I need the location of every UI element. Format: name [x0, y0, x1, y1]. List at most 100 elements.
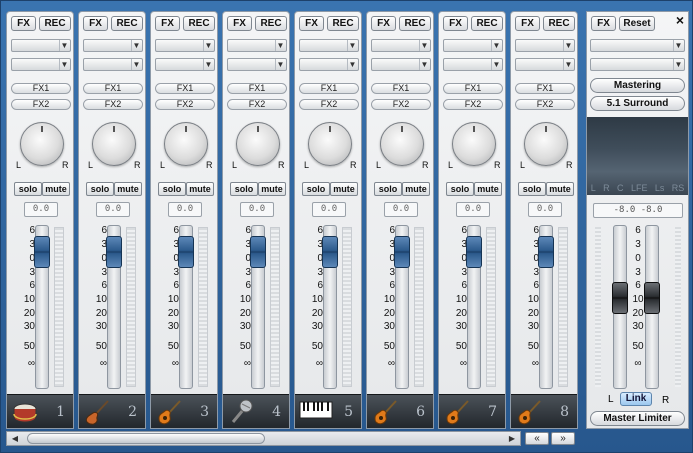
pan-knob[interactable]: [236, 122, 280, 166]
volume-fader[interactable]: [178, 236, 194, 268]
mute-button[interactable]: mute: [474, 182, 502, 196]
output-dropdown[interactable]: ▼: [299, 58, 359, 71]
input-dropdown[interactable]: ▼: [443, 39, 503, 52]
acoustic-guitar-icon[interactable]: [515, 398, 543, 426]
fx1-send[interactable]: FX1: [155, 83, 215, 94]
keyboard-icon[interactable]: [299, 398, 333, 426]
drum-icon[interactable]: [11, 398, 39, 426]
fx-button[interactable]: FX: [155, 16, 180, 31]
fx2-send[interactable]: FX2: [299, 99, 359, 110]
fx2-send[interactable]: FX2: [515, 99, 575, 110]
master-reset-button[interactable]: Reset: [619, 16, 655, 31]
master-fx-button[interactable]: FX: [591, 16, 616, 31]
fx2-send[interactable]: FX2: [443, 99, 503, 110]
pan-knob[interactable]: [308, 122, 352, 166]
rec-button[interactable]: REC: [183, 16, 215, 31]
rec-button[interactable]: REC: [255, 16, 287, 31]
output-dropdown[interactable]: ▼: [371, 58, 431, 71]
rec-button[interactable]: REC: [111, 16, 143, 31]
volume-fader[interactable]: [34, 236, 50, 268]
rec-button[interactable]: REC: [39, 16, 71, 31]
solo-button[interactable]: solo: [158, 182, 186, 196]
volume-fader[interactable]: [394, 236, 410, 268]
fx-button[interactable]: FX: [443, 16, 468, 31]
output-dropdown[interactable]: ▼: [83, 58, 143, 71]
volume-fader[interactable]: [322, 236, 338, 268]
pan-knob[interactable]: [20, 122, 64, 166]
input-dropdown[interactable]: ▼: [155, 39, 215, 52]
volume-fader[interactable]: [466, 236, 482, 268]
fx-button[interactable]: FX: [11, 16, 36, 31]
horizontal-scrollbar[interactable]: ◀ ▶: [6, 431, 521, 446]
master-fader-right[interactable]: [644, 282, 660, 314]
master-dropdown-1[interactable]: ▼: [590, 39, 685, 52]
acoustic-guitar-icon[interactable]: [371, 398, 399, 426]
pan-knob[interactable]: [452, 122, 496, 166]
fx1-send[interactable]: FX1: [371, 83, 431, 94]
pan-knob[interactable]: [164, 122, 208, 166]
prev-page-button[interactable]: «: [525, 432, 549, 445]
fx2-send[interactable]: FX2: [11, 99, 71, 110]
solo-button[interactable]: solo: [446, 182, 474, 196]
master-dropdown-2[interactable]: ▼: [590, 58, 685, 71]
electric-guitar-icon[interactable]: [83, 398, 111, 426]
solo-button[interactable]: solo: [302, 182, 330, 196]
master-fader-left[interactable]: [612, 282, 628, 314]
input-dropdown[interactable]: ▼: [371, 39, 431, 52]
fx1-send[interactable]: FX1: [11, 83, 71, 94]
fx2-send[interactable]: FX2: [155, 99, 215, 110]
solo-button[interactable]: solo: [230, 182, 258, 196]
fx-button[interactable]: FX: [371, 16, 396, 31]
mute-button[interactable]: mute: [402, 182, 430, 196]
fx1-send[interactable]: FX1: [299, 83, 359, 94]
fx2-send[interactable]: FX2: [371, 99, 431, 110]
output-dropdown[interactable]: ▼: [515, 58, 575, 71]
mute-button[interactable]: mute: [186, 182, 214, 196]
acoustic-guitar-icon[interactable]: [155, 398, 183, 426]
mute-button[interactable]: mute: [546, 182, 574, 196]
input-dropdown[interactable]: ▼: [515, 39, 575, 52]
mute-button[interactable]: mute: [114, 182, 142, 196]
input-dropdown[interactable]: ▼: [83, 39, 143, 52]
surround-button[interactable]: 5.1 Surround: [590, 96, 685, 111]
mute-button[interactable]: mute: [258, 182, 286, 196]
output-dropdown[interactable]: ▼: [11, 58, 71, 71]
fx1-send[interactable]: FX1: [227, 83, 287, 94]
volume-fader[interactable]: [250, 236, 266, 268]
link-button[interactable]: Link: [620, 392, 652, 406]
fx-button[interactable]: FX: [227, 16, 252, 31]
scroll-left-icon[interactable]: ◀: [7, 432, 23, 445]
solo-button[interactable]: solo: [14, 182, 42, 196]
pan-knob[interactable]: [92, 122, 136, 166]
fx-button[interactable]: FX: [83, 16, 108, 31]
scrollbar-thumb[interactable]: [27, 433, 265, 444]
fx-button[interactable]: FX: [299, 16, 324, 31]
solo-button[interactable]: solo: [518, 182, 546, 196]
solo-button[interactable]: solo: [86, 182, 114, 196]
microphone-icon[interactable]: [227, 398, 255, 426]
fx2-send[interactable]: FX2: [227, 99, 287, 110]
input-dropdown[interactable]: ▼: [227, 39, 287, 52]
rec-button[interactable]: REC: [399, 16, 431, 31]
rec-button[interactable]: REC: [543, 16, 575, 31]
fx-button[interactable]: FX: [515, 16, 540, 31]
pan-knob[interactable]: [380, 122, 424, 166]
volume-fader[interactable]: [106, 236, 122, 268]
fx1-send[interactable]: FX1: [83, 83, 143, 94]
input-dropdown[interactable]: ▼: [11, 39, 71, 52]
master-limiter-button[interactable]: Master Limiter: [590, 411, 685, 426]
fx1-send[interactable]: FX1: [515, 83, 575, 94]
output-dropdown[interactable]: ▼: [155, 58, 215, 71]
fx2-send[interactable]: FX2: [83, 99, 143, 110]
mastering-button[interactable]: Mastering: [590, 78, 685, 93]
output-dropdown[interactable]: ▼: [443, 58, 503, 71]
mute-button[interactable]: mute: [330, 182, 358, 196]
acoustic-guitar-icon[interactable]: [443, 398, 471, 426]
next-page-button[interactable]: »: [551, 432, 575, 445]
mute-button[interactable]: mute: [42, 182, 70, 196]
rec-button[interactable]: REC: [471, 16, 503, 31]
solo-button[interactable]: solo: [374, 182, 402, 196]
volume-fader[interactable]: [538, 236, 554, 268]
fx1-send[interactable]: FX1: [443, 83, 503, 94]
pan-knob[interactable]: [524, 122, 568, 166]
